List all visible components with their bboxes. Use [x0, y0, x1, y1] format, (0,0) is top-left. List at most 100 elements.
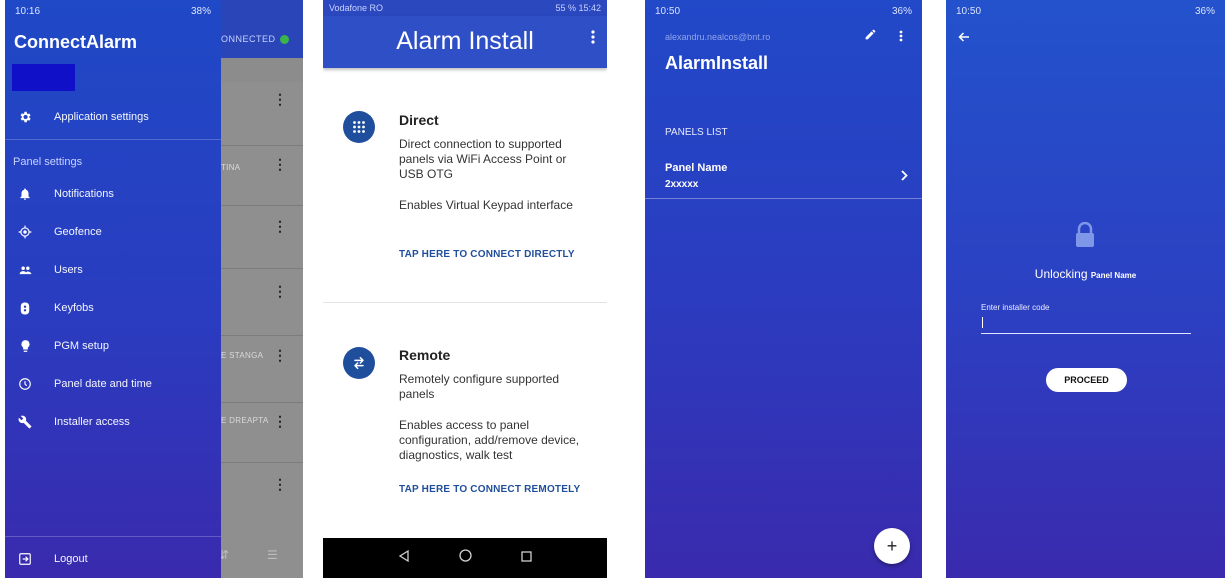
background-list-icon: ☰: [267, 548, 278, 562]
swap-arrows-icon: [343, 347, 375, 379]
status-bar: Vodafone RO 55 % 15:42: [323, 0, 607, 16]
background-row-divider: [221, 145, 303, 146]
background-row-divider: [221, 205, 303, 206]
overflow-menu-icon[interactable]: [591, 30, 595, 49]
unlocking-label: Unlocking: [1034, 267, 1088, 281]
section-title: Panel settings: [13, 156, 83, 168]
drawer-divider: [5, 139, 221, 140]
connect-directly-link[interactable]: TAP HERE TO CONNECT DIRECTLY: [399, 249, 575, 260]
overflow-menu-icon[interactable]: [899, 29, 903, 47]
drawer-item-keyfobs[interactable]: Keyfobs: [5, 293, 221, 323]
status-bar: 10:16 38%: [5, 0, 221, 22]
background-row-text: E DREAPTA: [221, 416, 269, 425]
drawer-item-label: Panel date and time: [54, 378, 152, 390]
status-battery: 38%: [190, 5, 211, 17]
remote-title: Remote: [399, 347, 451, 363]
installer-code-input[interactable]: [981, 314, 1191, 334]
panel-name: Panel Name: [665, 162, 728, 174]
row-menu-icon: ⋮: [273, 476, 287, 492]
keyfob-icon: [17, 300, 33, 316]
drawer-item-application-settings[interactable]: Application settings: [5, 102, 221, 132]
android-nav-bar: [323, 538, 607, 578]
row-menu-icon: ⋮: [273, 413, 287, 429]
drawer-item-label: Notifications: [54, 188, 114, 200]
chevron-right-icon: [901, 168, 908, 186]
alarm-install-screen: Vodafone RO 55 % 15:42 Alarm Install Dir…: [323, 0, 607, 578]
unlocking-message: Unlocking Panel Name: [946, 267, 1225, 281]
logout-icon: [17, 551, 33, 567]
row-menu-icon: ⋮: [273, 347, 287, 363]
panels-list-screen: 10:50 36% alexandru.nealcos@bnt.ro Alarm…: [645, 0, 922, 578]
nav-home-icon[interactable]: [459, 549, 472, 567]
panels-list-header: PANELS LIST: [665, 127, 728, 138]
drawer-item-label: Logout: [54, 553, 88, 565]
drawer-item-label: Application settings: [54, 111, 149, 123]
row-menu-icon: ⋮: [273, 91, 287, 107]
page-title: Alarm Install: [396, 27, 534, 55]
drawer-divider: [5, 536, 221, 537]
back-arrow-icon[interactable]: [958, 30, 970, 48]
app-bar: Alarm Install: [323, 16, 607, 68]
account-email: alexandru.nealcos@bnt.ro: [665, 32, 771, 42]
wrench-icon: [17, 414, 33, 430]
background-row-text: TINA: [221, 163, 241, 172]
drawer-item-logout[interactable]: Logout: [5, 544, 221, 574]
background-row-divider: [221, 268, 303, 269]
background-row-divider: [221, 462, 303, 463]
drawer-item-users[interactable]: Users: [5, 255, 221, 285]
status-carrier: Vodafone RO: [329, 3, 384, 13]
drawer-screen: ONNECTED TINA E STANGA E DREAPTA ⋮ ⋮ ⋮ ⋮…: [5, 0, 303, 578]
direct-description: Direct connection to supported panels vi…: [399, 137, 567, 181]
lock-icon: [1073, 221, 1097, 253]
status-time: 10:50: [655, 5, 681, 17]
gear-icon: [17, 109, 33, 125]
app-title: ConnectAlarm: [14, 32, 138, 52]
navigation-drawer: 10:16 38% ConnectAlarm Application setti…: [5, 0, 221, 578]
status-bar: 10:50 36%: [946, 0, 1225, 22]
edit-pencil-icon[interactable]: [864, 28, 877, 46]
bell-icon: [17, 186, 33, 202]
drawer-item-label: Geofence: [54, 226, 102, 238]
status-battery-time: 55 % 15:42: [555, 3, 601, 13]
remote-extra: Enables access to panel configuration, a…: [399, 418, 580, 462]
drawer-item-label: Users: [54, 264, 83, 276]
background-connected-status: ONNECTED: [221, 34, 276, 44]
background-row-text: E STANGA: [221, 351, 264, 360]
panel-id: 2xxxxx: [665, 179, 699, 190]
drawer-item-panel-date-time[interactable]: Panel date and time: [5, 369, 221, 399]
add-panel-button[interactable]: +: [874, 528, 910, 564]
drawer-item-label: Installer access: [54, 416, 130, 428]
nav-recents-icon[interactable]: [521, 549, 532, 567]
dialpad-icon: [343, 111, 375, 143]
drawer-item-geofence[interactable]: Geofence: [5, 217, 221, 247]
panel-list-item[interactable]: Panel Name 2xxxxx: [645, 153, 922, 199]
drawer-item-pgm-setup[interactable]: PGM setup: [5, 331, 221, 361]
drawer-item-label: Keyfobs: [54, 302, 94, 314]
clock-icon: [17, 376, 33, 392]
status-time: 10:16: [15, 5, 41, 17]
row-menu-icon: ⋮: [273, 283, 287, 299]
status-time: 10:50: [956, 5, 982, 17]
connect-remotely-link[interactable]: TAP HERE TO CONNECT REMOTELY: [399, 484, 580, 495]
text-caret: [982, 317, 983, 328]
status-battery: 36%: [1194, 5, 1215, 17]
users-icon: [17, 262, 33, 278]
section-divider: [323, 302, 607, 303]
drawer-item-label: PGM setup: [54, 340, 110, 352]
installer-code-label: Enter installer code: [981, 303, 1050, 312]
drawer-item-installer-access[interactable]: Installer access: [5, 407, 221, 437]
proceed-button[interactable]: PROCEED: [1046, 368, 1127, 392]
drawer-item-notifications[interactable]: Notifications: [5, 179, 221, 209]
unlocking-panel-name: Panel Name: [1090, 271, 1137, 280]
row-menu-icon: ⋮: [273, 218, 287, 234]
connected-dot-icon: [280, 35, 289, 44]
direct-title: Direct: [399, 112, 439, 128]
account-switcher[interactable]: [12, 64, 75, 91]
row-menu-icon: ⋮: [273, 156, 287, 172]
background-row-divider: [221, 335, 303, 336]
remote-description: Remotely configure supported panels: [399, 372, 560, 401]
unlock-screen: 10:50 36% Unlocking Panel Name Enter ins…: [946, 0, 1225, 578]
bulb-icon: [17, 338, 33, 354]
nav-back-icon[interactable]: [398, 549, 410, 567]
status-bar: 10:50 36%: [645, 0, 922, 22]
